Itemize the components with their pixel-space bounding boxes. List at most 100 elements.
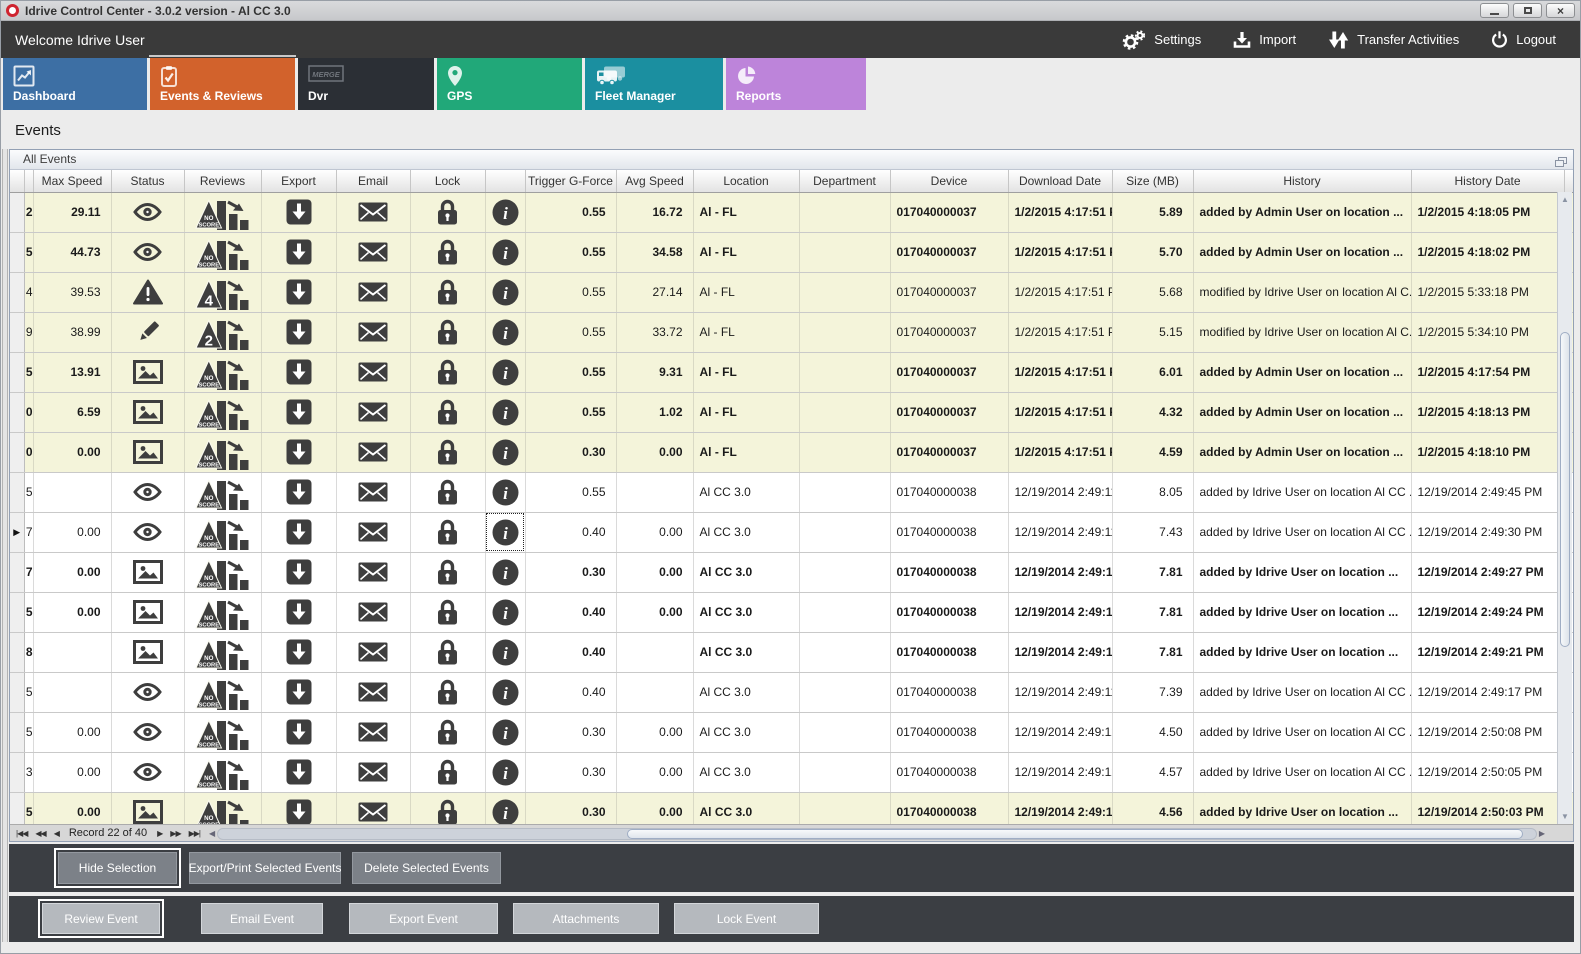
maximize-button[interactable]	[1513, 3, 1542, 18]
cell-trigger-g-force[interactable]: 0.55	[525, 272, 616, 312]
cell-event-id[interactable]: 7	[24, 512, 33, 552]
cell-lock[interactable]	[410, 792, 485, 824]
cell-max-speed[interactable]: 0.00	[33, 432, 111, 472]
prev-page-button[interactable]: ◀◀	[31, 829, 49, 838]
cell-location[interactable]: Al - FL	[693, 352, 799, 392]
cell-reviews[interactable]: NOSCORE	[184, 392, 261, 432]
cell-event-id[interactable]: 0	[24, 392, 33, 432]
cell-email[interactable]	[336, 552, 410, 592]
cell-email[interactable]	[336, 712, 410, 752]
cell-lock[interactable]	[410, 392, 485, 432]
cell-department[interactable]	[799, 392, 890, 432]
cell-download-date[interactable]: 1/2/2015 4:17:51 PM	[1008, 272, 1112, 312]
cell-history[interactable]: modified by Idrive User on location Al C…	[1193, 312, 1411, 352]
cell-event-id[interactable]: 5	[24, 672, 33, 712]
cell-status[interactable]	[111, 512, 184, 552]
cell-device[interactable]: 017040000038	[890, 632, 1008, 672]
cell-download-date[interactable]: 1/2/2015 4:17:51 PM	[1008, 232, 1112, 272]
cell-info[interactable]: i	[485, 472, 525, 512]
cell-location[interactable]: Al CC 3.0	[693, 552, 799, 592]
cell-email[interactable]	[336, 432, 410, 472]
email-event-button[interactable]: Email Event	[201, 903, 323, 934]
row-indicator-cell[interactable]	[10, 552, 24, 592]
cell-info[interactable]: i	[485, 432, 525, 472]
cell-history[interactable]: added by Idrive User on location Al CC .…	[1193, 752, 1411, 792]
cell-reviews[interactable]: NOSCORE	[184, 792, 261, 824]
cell-export[interactable]	[261, 392, 336, 432]
event-row[interactable]: 229.11NOSCOREi0.5516.72Al - FL0170400000…	[10, 192, 1573, 232]
cell-size-mb[interactable]: 4.32	[1112, 392, 1193, 432]
event-row[interactable]: 5NOSCOREi0.55Al CC 3.001704000003812/19/…	[10, 472, 1573, 512]
cell-info[interactable]: i	[485, 712, 525, 752]
event-row[interactable]: 513.91NOSCOREi0.559.31Al - FL01704000003…	[10, 352, 1573, 392]
cell-avg-speed[interactable]: 33.72	[616, 312, 693, 352]
row-indicator-cell[interactable]: ▶	[10, 512, 24, 552]
event-row[interactable]: 544.73NOSCOREi0.5534.58Al - FL0170400000…	[10, 232, 1573, 272]
cell-event-id[interactable]: 5	[24, 792, 33, 824]
cell-max-speed[interactable]: 39.53	[33, 272, 111, 312]
row-indicator-cell[interactable]	[10, 432, 24, 472]
cell-location[interactable]: Al - FL	[693, 392, 799, 432]
cell-reviews[interactable]: NOSCORE	[184, 472, 261, 512]
cell-history[interactable]: added by Admin User on location ...	[1193, 232, 1411, 272]
cell-avg-speed[interactable]: 0.00	[616, 592, 693, 632]
cell-download-date[interactable]: 1/2/2015 4:17:51 PM	[1008, 192, 1112, 232]
cell-history-date[interactable]: 1/2/2015 4:18:13 PM	[1411, 392, 1564, 432]
header-reviews[interactable]: Reviews	[184, 170, 261, 192]
cell-location[interactable]: Al CC 3.0	[693, 632, 799, 672]
cell-email[interactable]	[336, 272, 410, 312]
cell-size-mb[interactable]: 4.57	[1112, 752, 1193, 792]
cell-status[interactable]	[111, 272, 184, 312]
cell-status[interactable]	[111, 672, 184, 712]
cell-device[interactable]: 017040000037	[890, 312, 1008, 352]
cell-trigger-g-force[interactable]: 0.55	[525, 472, 616, 512]
cell-download-date[interactable]: 1/2/2015 4:17:51 PM	[1008, 312, 1112, 352]
scroll-up-arrow-icon[interactable]: ▲	[1558, 195, 1572, 204]
cell-max-speed[interactable]	[33, 672, 111, 712]
cell-lock[interactable]	[410, 712, 485, 752]
cell-avg-speed[interactable]	[616, 632, 693, 672]
cell-size-mb[interactable]: 7.43	[1112, 512, 1193, 552]
cell-download-date[interactable]: 12/19/2014 2:49:11 PM	[1008, 592, 1112, 632]
cell-export[interactable]	[261, 192, 336, 232]
lock-event-button[interactable]: Lock Event	[674, 903, 819, 934]
cell-export[interactable]	[261, 672, 336, 712]
review-event-button[interactable]: Review Event	[42, 903, 160, 934]
vertical-scrollbar[interactable]: ▲ ▼	[1557, 192, 1572, 824]
cell-event-id[interactable]: 5	[24, 352, 33, 392]
cell-avg-speed[interactable]: 27.14	[616, 272, 693, 312]
row-indicator-cell[interactable]	[10, 232, 24, 272]
event-row[interactable]: 50.00NOSCOREi0.300.00Al CC 3.00170400000…	[10, 792, 1573, 824]
row-indicator-cell[interactable]	[10, 312, 24, 352]
cell-info[interactable]: i	[485, 792, 525, 824]
cell-trigger-g-force[interactable]: 0.55	[525, 312, 616, 352]
cell-department[interactable]	[799, 712, 890, 752]
cell-status[interactable]	[111, 312, 184, 352]
cell-trigger-g-force[interactable]: 0.30	[525, 552, 616, 592]
cell-department[interactable]	[799, 672, 890, 712]
header-lock[interactable]: Lock	[410, 170, 485, 192]
cell-email[interactable]	[336, 192, 410, 232]
cell-size-mb[interactable]: 5.89	[1112, 192, 1193, 232]
cell-reviews[interactable]: 2	[184, 312, 261, 352]
cell-export[interactable]	[261, 472, 336, 512]
cell-location[interactable]: Al - FL	[693, 432, 799, 472]
cell-history-date[interactable]: 12/19/2014 2:49:21 PM	[1411, 632, 1564, 672]
cell-info[interactable]: i	[485, 232, 525, 272]
cell-info[interactable]: i	[485, 672, 525, 712]
cell-history-date[interactable]: 1/2/2015 5:33:18 PM	[1411, 272, 1564, 312]
cell-location[interactable]: Al - FL	[693, 272, 799, 312]
cell-history[interactable]: modified by Idrive User on location Al C…	[1193, 272, 1411, 312]
row-indicator-cell[interactable]	[10, 392, 24, 432]
topbar-action-settings[interactable]: Settings	[1121, 30, 1201, 50]
cell-device[interactable]: 017040000038	[890, 472, 1008, 512]
cell-event-id[interactable]: 5	[24, 232, 33, 272]
cell-history-date[interactable]: 1/2/2015 4:18:05 PM	[1411, 192, 1564, 232]
cell-device[interactable]: 017040000038	[890, 552, 1008, 592]
cell-avg-speed[interactable]: 34.58	[616, 232, 693, 272]
panel-splitter[interactable]	[2, 149, 8, 942]
cell-status[interactable]	[111, 712, 184, 752]
header-history-date[interactable]: History Date	[1411, 170, 1564, 192]
cell-event-id[interactable]: 9	[24, 312, 33, 352]
cell-info[interactable]: i	[485, 592, 525, 632]
